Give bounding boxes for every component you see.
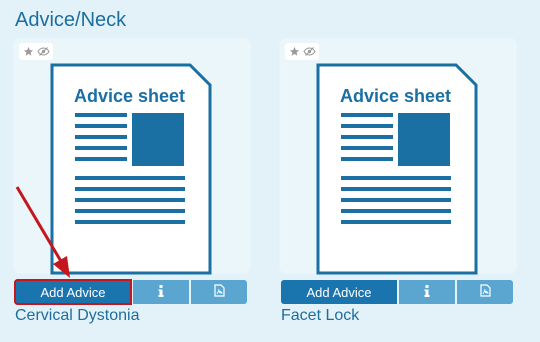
card-title[interactable]: Cervical Dystonia xyxy=(15,306,139,326)
pdf-button[interactable] xyxy=(457,280,513,304)
page-title: Advice/Neck xyxy=(15,9,127,31)
advice-sheet-thumbnail[interactable]: Advice sheet xyxy=(50,63,212,280)
eye-slash-icon[interactable] xyxy=(302,46,316,57)
card-badges xyxy=(285,43,319,60)
info-icon xyxy=(424,284,430,300)
pdf-button[interactable] xyxy=(191,280,247,304)
info-button[interactable] xyxy=(399,280,455,304)
sheet-heading: Advice sheet xyxy=(74,86,185,106)
add-advice-button[interactable]: Add Advice xyxy=(14,279,132,305)
sheet-heading: Advice sheet xyxy=(340,86,451,106)
info-icon xyxy=(158,284,164,300)
advice-sheet-thumbnail[interactable]: Advice sheet xyxy=(316,63,478,280)
add-advice-button[interactable]: Add Advice xyxy=(281,280,397,304)
eye-slash-icon[interactable] xyxy=(36,46,50,57)
card-title[interactable]: Facet Lock xyxy=(281,306,359,326)
card-badges xyxy=(19,43,53,60)
card-actions-facet-lock: Add Advice xyxy=(281,280,513,304)
advice-card-facet-lock[interactable]: Advice sheet xyxy=(281,40,515,275)
star-icon[interactable] xyxy=(23,46,34,57)
pdf-icon xyxy=(479,284,491,300)
advice-card-cervical-dystonia[interactable]: Advice sheet xyxy=(15,40,249,275)
star-icon[interactable] xyxy=(289,46,300,57)
info-button[interactable] xyxy=(133,280,189,304)
card-actions-cervical-dystonia: Add Advice xyxy=(14,279,247,305)
pdf-icon xyxy=(213,284,225,300)
